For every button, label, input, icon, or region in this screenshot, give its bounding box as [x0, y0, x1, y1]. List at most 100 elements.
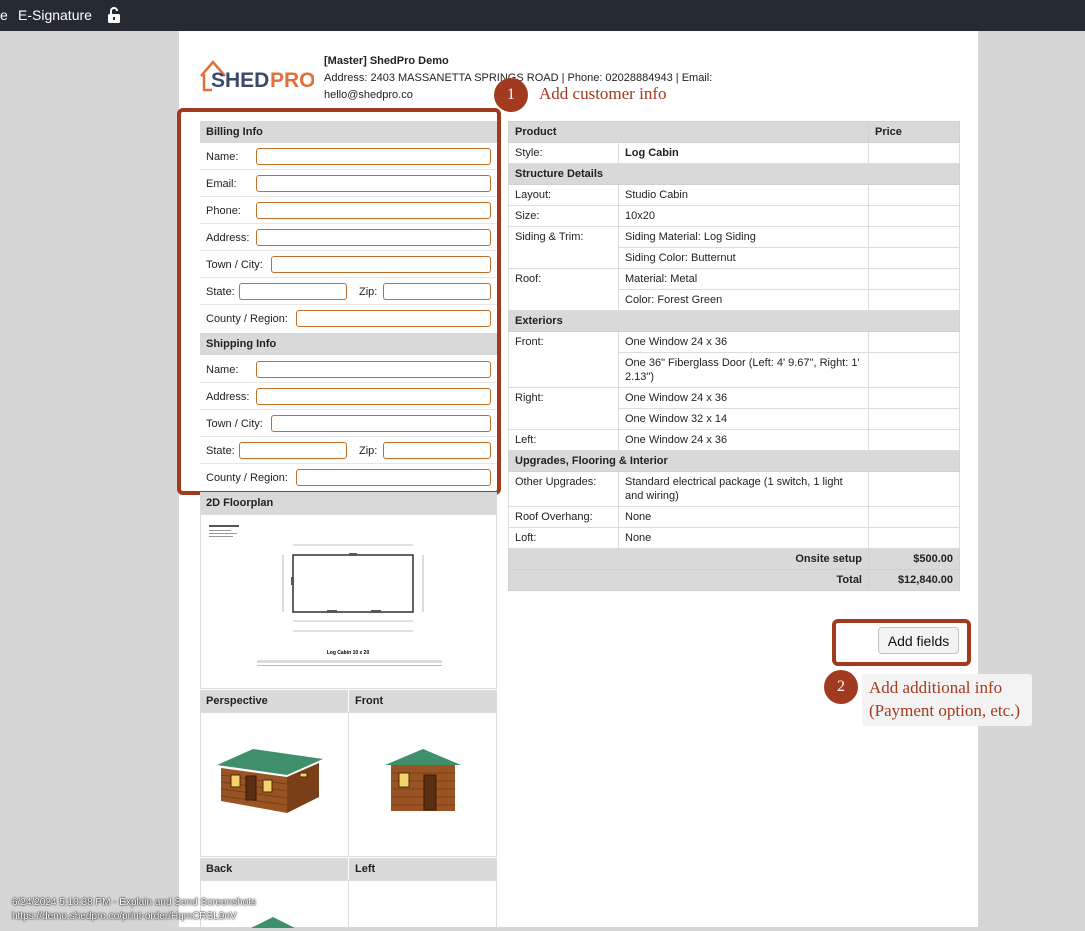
callout-badge-2: 2 — [824, 670, 858, 704]
price-cell — [868, 408, 960, 430]
price-cell — [868, 471, 960, 507]
screenshot-timestamp: 6/24/2024 5:10:38 PM - Explain and Send … — [12, 897, 257, 908]
price-cell — [868, 142, 960, 164]
other-upgrades-label: Other Upgrades: — [508, 471, 619, 507]
other-upgrades-value: Standard electrical package (1 switch, 1… — [618, 471, 869, 507]
table-row: Style: Log Cabin — [508, 142, 960, 164]
front-header: Front — [349, 690, 497, 712]
table-header-row: Product Price — [508, 121, 960, 143]
table-row: Other Upgrades: Standard electrical pack… — [508, 471, 960, 507]
structure-details-header: Structure Details — [508, 163, 960, 185]
price-cell — [868, 331, 960, 353]
section-row: Exteriors — [508, 310, 960, 332]
cabin-front-render — [385, 749, 461, 811]
unlock-icon[interactable] — [106, 6, 122, 24]
cabin-perspective-render — [217, 749, 323, 813]
roof-label: Roof: — [508, 268, 619, 311]
perspective-image — [200, 712, 349, 857]
front-image — [348, 712, 497, 857]
right-window-2-value: One Window 32 x 14 — [618, 408, 869, 430]
onsite-setup-label: Onsite setup — [508, 548, 869, 570]
table-row: Roof Overhang: None — [508, 506, 960, 528]
right-label: Right: — [508, 387, 619, 430]
table-row: Right: One Window 24 x 36 — [508, 387, 960, 430]
floorplan-header: 2D Floorplan — [200, 492, 497, 514]
company-name: [Master] ShedPro Demo — [324, 55, 449, 67]
left-image — [348, 880, 497, 927]
table-row: Loft: None — [508, 527, 960, 549]
callout-text-2a: Add additional info — [869, 678, 1003, 697]
front-door-value: One 36" Fiberglass Door (Left: 4' 9.67",… — [618, 352, 869, 388]
page-url: https://demo.shedpro.co/print-order/HqmC… — [12, 911, 237, 922]
customer-info-callout-box — [177, 108, 501, 495]
right-window-1-value: One Window 24 x 36 — [618, 387, 869, 409]
size-value: 10x20 — [618, 205, 869, 227]
title-bar: e E-Signature — [0, 0, 1085, 31]
table-row: Left: One Window 24 x 36 — [508, 429, 960, 451]
window-title: E-Signature — [18, 7, 92, 23]
left-label: Left: — [508, 429, 619, 451]
title-bar-edge-text: e — [0, 7, 8, 23]
roof-overhang-label: Roof Overhang: — [508, 506, 619, 528]
onsite-setup-row: Onsite setup $500.00 — [508, 548, 960, 570]
loft-label: Loft: — [508, 527, 619, 549]
total-value: $12,840.00 — [868, 569, 960, 591]
price-cell — [868, 226, 960, 248]
table-row: Roof: Material: Metal — [508, 268, 960, 311]
siding-label: Siding & Trim: — [508, 226, 619, 269]
callout-badge-1: 1 — [494, 78, 528, 112]
siding-material-value: Siding Material: Log Siding — [618, 226, 869, 248]
loft-value: None — [618, 527, 869, 549]
shedpro-logo: SHED PRO — [200, 60, 314, 92]
section-row: Upgrades, Flooring & Interior — [508, 450, 960, 472]
order-table: Product Price Style: Log Cabin Structure… — [508, 121, 960, 591]
company-address: Address: 2403 MASSANETTA SPRINGS ROAD | … — [324, 72, 713, 84]
front-label: Front: — [508, 331, 619, 388]
column-price: Price — [868, 121, 960, 143]
add-fields-callout-box — [832, 619, 971, 666]
roof-material-value: Material: Metal — [618, 268, 869, 290]
total-row: Total $12,840.00 — [508, 569, 960, 591]
floorplan-drawing: Log Cabin 10 x 20 — [209, 525, 442, 666]
price-cell — [868, 429, 960, 451]
table-row: Layout: Studio Cabin — [508, 184, 960, 206]
upgrades-header: Upgrades, Flooring & Interior — [508, 450, 960, 472]
price-cell — [868, 205, 960, 227]
price-cell — [868, 247, 960, 269]
callout-text-1: Add customer info — [539, 84, 667, 103]
floorplan-caption: Log Cabin 10 x 20 — [327, 650, 370, 656]
total-label: Total — [508, 569, 869, 591]
style-label: Style: — [508, 142, 619, 164]
roof-overhang-value: None — [618, 506, 869, 528]
column-product: Product — [508, 121, 869, 143]
price-cell — [868, 352, 960, 388]
back-header: Back — [200, 858, 348, 880]
roof-color-value: Color: Forest Green — [618, 289, 869, 311]
onsite-setup-value: $500.00 — [868, 548, 960, 570]
left-window-value: One Window 24 x 36 — [618, 429, 869, 451]
logo-text-shed: SHED — [211, 69, 269, 92]
floorplan-image: Log Cabin 10 x 20 — [200, 514, 497, 689]
layout-label: Layout: — [508, 184, 619, 206]
price-cell — [868, 506, 960, 528]
size-label: Size: — [508, 205, 619, 227]
table-row: Size: 10x20 — [508, 205, 960, 227]
front-window-value: One Window 24 x 36 — [618, 331, 869, 353]
style-value: Log Cabin — [618, 142, 869, 164]
section-row: Structure Details — [508, 163, 960, 185]
logo-text-pro: PRO — [270, 69, 314, 92]
exteriors-header: Exteriors — [508, 310, 960, 332]
left-header: Left — [349, 858, 497, 880]
price-cell — [868, 184, 960, 206]
company-info: [Master] ShedPro Demo Address: 2403 MASS… — [324, 53, 744, 104]
company-email: hello@shedpro.co — [324, 89, 413, 101]
price-cell — [868, 527, 960, 549]
price-cell — [868, 268, 960, 290]
table-row: Siding & Trim: Siding Material: Log Sidi… — [508, 226, 960, 269]
siding-color-value: Siding Color: Butternut — [618, 247, 869, 269]
callout-text-2b: (Payment option, etc.) — [869, 701, 1021, 720]
layout-value: Studio Cabin — [618, 184, 869, 206]
table-row: Front: One Window 24 x 36 — [508, 331, 960, 388]
price-cell — [868, 289, 960, 311]
perspective-header: Perspective — [200, 690, 348, 712]
